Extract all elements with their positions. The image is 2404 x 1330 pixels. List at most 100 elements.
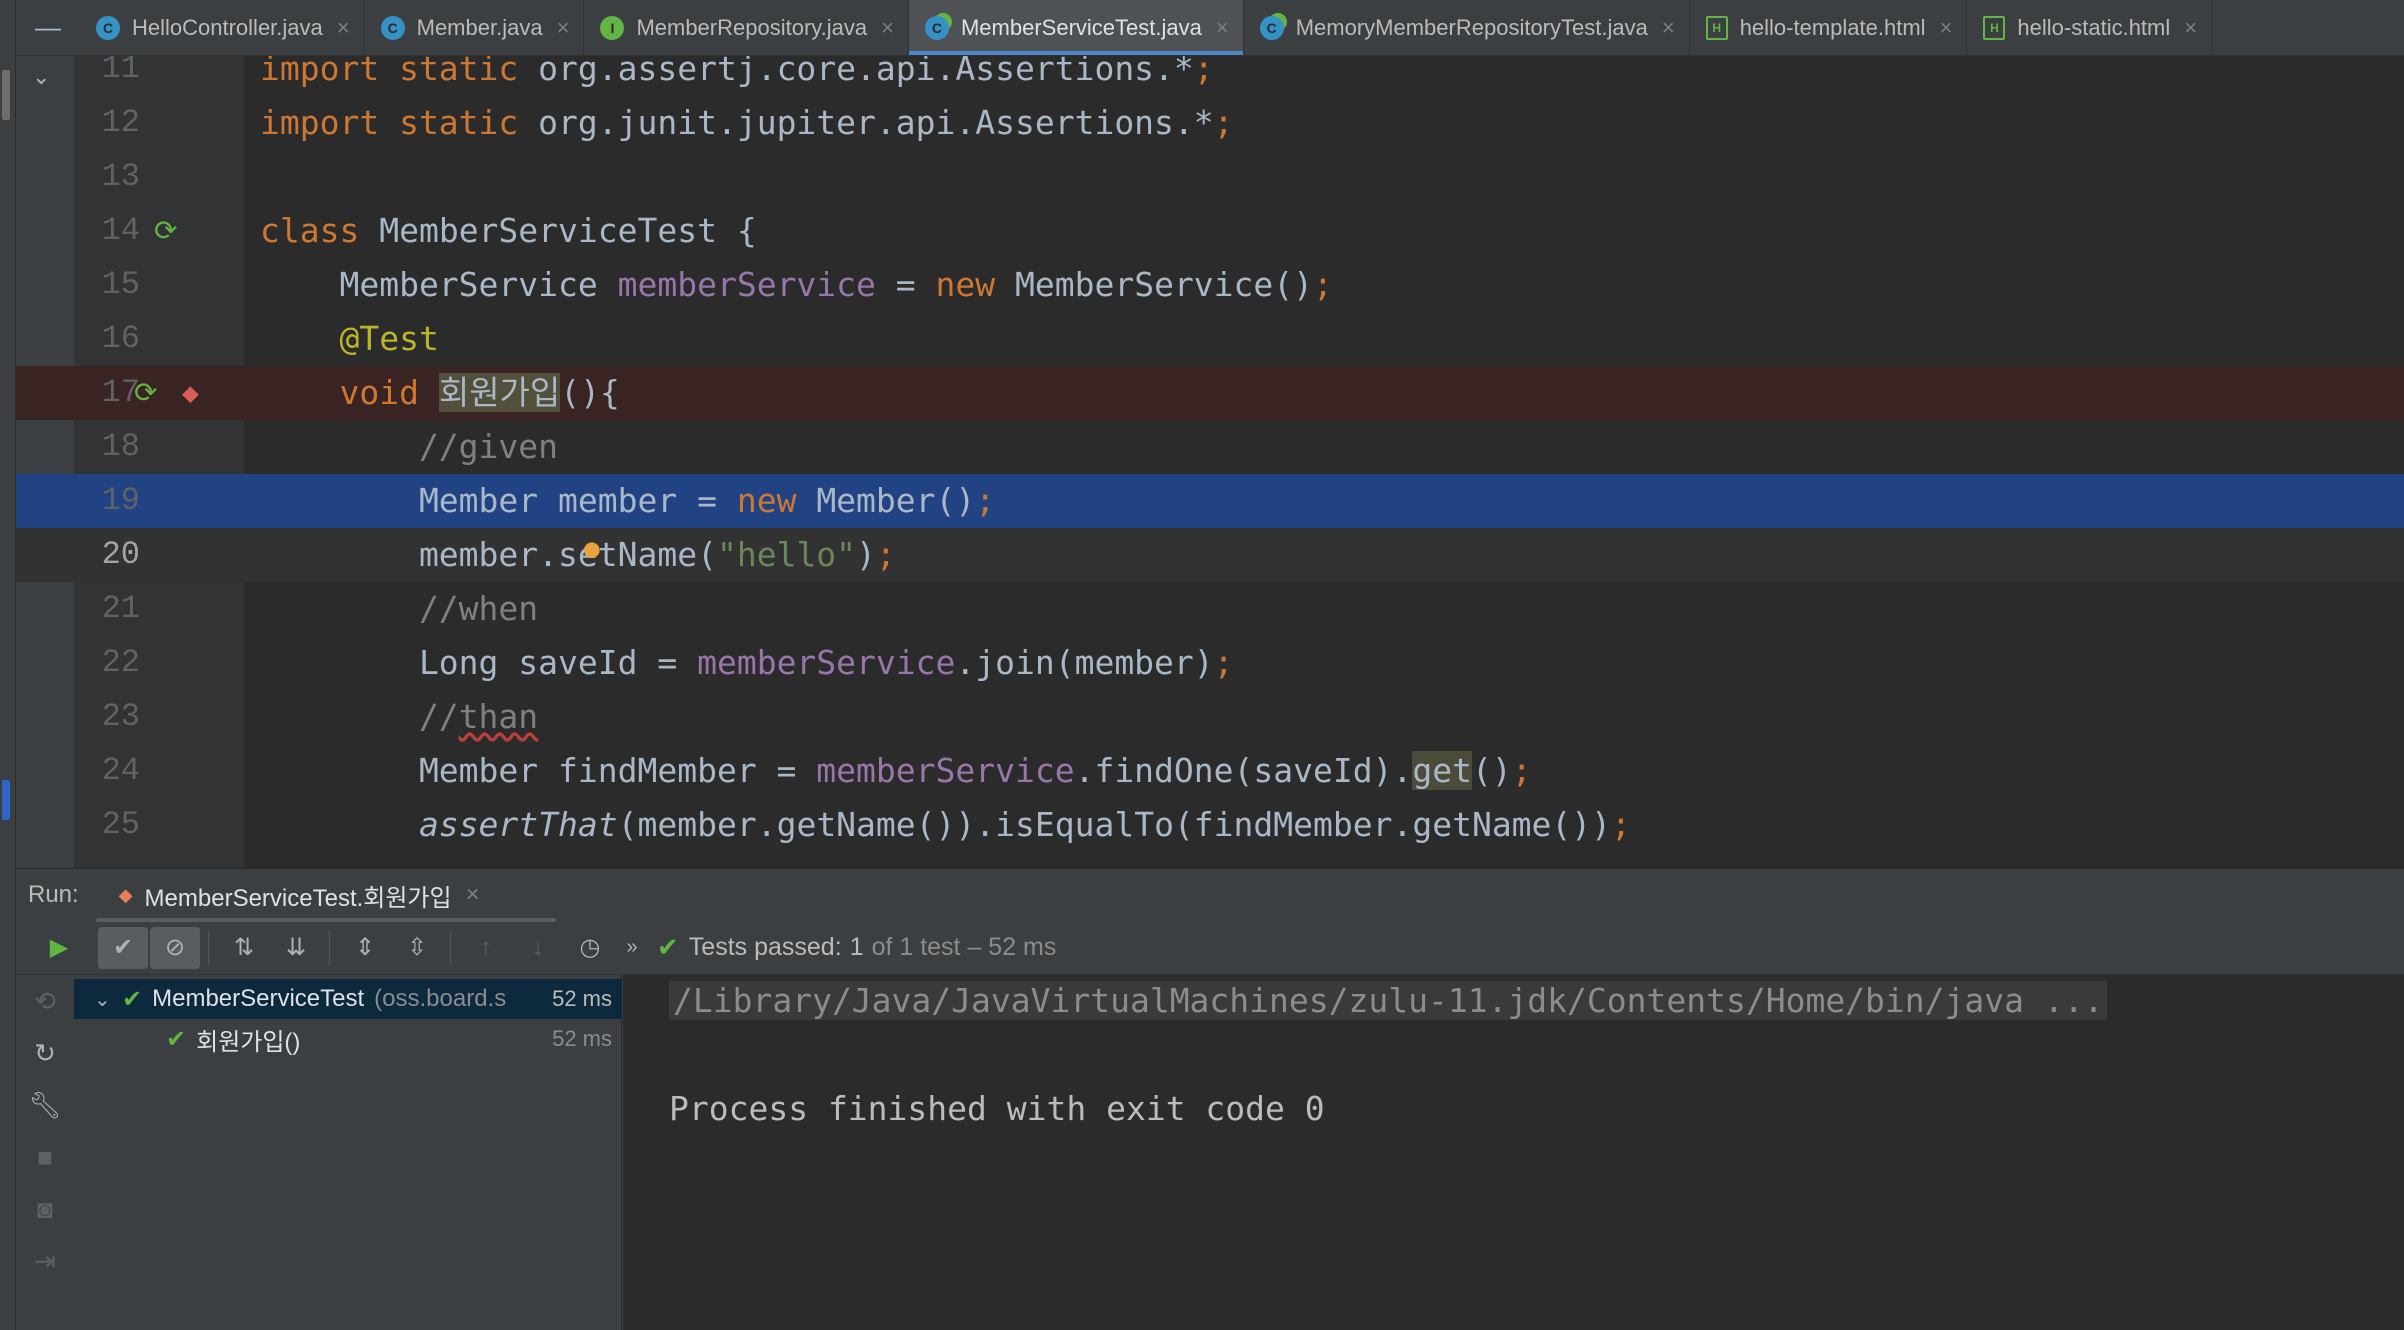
editor-tab-bar: — C HelloController.java × C Member.java… bbox=[16, 0, 2404, 56]
code-line: 14 ⟳ class MemberServiceTest { bbox=[16, 204, 2404, 258]
close-icon[interactable]: × bbox=[2184, 15, 2197, 41]
test-method-row[interactable]: ✔ 회원가입() 52 ms bbox=[74, 1019, 622, 1059]
show-ignored-toggle-icon[interactable]: ⊘ bbox=[150, 926, 200, 969]
show-passed-toggle-icon[interactable]: ✔ bbox=[98, 926, 148, 969]
run-side-toolbar: ⟲ ↻ 🔧︎ ■ ◙ ⇥ bbox=[16, 975, 74, 1330]
code-text: Member findMember = memberService.findOn… bbox=[260, 751, 1532, 790]
code-line: 15 MemberService memberService = new Mem… bbox=[16, 258, 2404, 312]
toggle-auto-test-icon[interactable]: ↻ bbox=[16, 1027, 74, 1079]
code-editor[interactable]: ⌄ 11 import static org.assertj.core.api.… bbox=[16, 56, 2404, 868]
line-number: 24 bbox=[101, 752, 140, 789]
status-passed-label: Tests passed: bbox=[688, 933, 842, 961]
code-text: //when bbox=[260, 589, 539, 628]
tab-memorymemberrepositorytest[interactable]: C MemoryMemberRepositoryTest.java × bbox=[1244, 0, 1690, 55]
check-icon: ✔ bbox=[166, 1025, 187, 1053]
run-test-class-icon[interactable]: ⟳ bbox=[154, 204, 177, 258]
run-config-icon: ◆ bbox=[118, 884, 133, 905]
test-class-row[interactable]: ⌄ ✔ MemberServiceTest (oss.board.s 52 ms bbox=[74, 979, 622, 1019]
interface-file-icon: I bbox=[600, 15, 625, 40]
tab-hello-template[interactable]: H hello-template.html × bbox=[1690, 0, 1968, 55]
code-line: 25 assertThat(member.getName()).isEqualT… bbox=[16, 798, 2404, 852]
sort-alphabetically-icon[interactable]: ⇅ bbox=[219, 927, 269, 969]
tab-hello-static[interactable]: H hello-static.html × bbox=[1967, 0, 2213, 55]
toolbar-divider bbox=[208, 930, 209, 965]
close-icon[interactable]: × bbox=[466, 881, 480, 909]
test-history-icon[interactable]: ◷ bbox=[565, 927, 615, 969]
code-text: Member member = new Member(); bbox=[260, 481, 996, 520]
breakpoint-icon[interactable]: ◆ bbox=[182, 366, 199, 420]
tab-hellocontroller[interactable]: C HelloController.java × bbox=[80, 0, 365, 55]
close-icon[interactable]: × bbox=[1216, 15, 1229, 41]
test-duration: 52 ms bbox=[552, 986, 612, 1011]
close-icon[interactable]: × bbox=[557, 15, 570, 41]
tab-label: Member.java bbox=[416, 14, 543, 40]
tab-memberrepository[interactable]: I MemberRepository.java × bbox=[584, 0, 909, 55]
strip-marker-active bbox=[2, 780, 10, 820]
tab-memberservicetest[interactable]: C MemberServiceTest.java × bbox=[908, 0, 1244, 55]
run-test-method-icon[interactable]: ⟳ bbox=[134, 366, 157, 420]
run-config-tab[interactable]: ◆ MemberServiceTest.회원가입 × bbox=[119, 878, 480, 913]
class-file-icon: C bbox=[380, 15, 405, 40]
close-icon[interactable]: × bbox=[1662, 15, 1675, 41]
tab-label: MemoryMemberRepositoryTest.java bbox=[1295, 14, 1648, 40]
code-text: member.setName("hello"); bbox=[260, 535, 896, 574]
code-text: //given bbox=[260, 427, 559, 466]
line-number: 16 bbox=[101, 320, 140, 357]
console-output[interactable]: /Library/Java/JavaVirtualMachines/zulu-1… bbox=[623, 975, 2404, 1330]
run-label: Run: bbox=[28, 881, 79, 908]
code-text: import static org.junit.jupiter.api.Asse… bbox=[260, 103, 1234, 142]
chevron-down-icon[interactable]: ⌄ bbox=[94, 987, 118, 1012]
tab-label: hello-template.html bbox=[1739, 14, 1926, 40]
left-tool-strip bbox=[0, 0, 16, 1330]
run-header: Run: ◆ MemberServiceTest.회원가입 × bbox=[16, 869, 2404, 921]
tab-member[interactable]: C Member.java × bbox=[365, 0, 585, 55]
run-tool-window: Run: ◆ MemberServiceTest.회원가입 × ▶ ✔ ⊘ ⇅ … bbox=[16, 868, 2404, 1330]
code-text: //than bbox=[260, 697, 539, 736]
camera-icon[interactable]: ◙ bbox=[16, 1183, 74, 1235]
line-number: 13 bbox=[101, 158, 140, 195]
test-class-file-icon: C bbox=[1259, 15, 1284, 40]
intention-bulb-icon[interactable]: ● bbox=[584, 522, 600, 576]
run-toolbar: ▶ ✔ ⊘ ⇅ ⇊ ⇕ ⇳ ↑ ↓ ◷ » ✔ Tests passed: 1 … bbox=[16, 921, 2404, 975]
next-failed-icon[interactable]: ↓ bbox=[513, 927, 563, 969]
code-text: Long saveId = memberService.join(member)… bbox=[260, 643, 1234, 682]
previous-failed-icon[interactable]: ↑ bbox=[461, 927, 511, 969]
collapse-all-icon[interactable]: ⇳ bbox=[392, 927, 442, 969]
expand-all-icon[interactable]: ⇕ bbox=[340, 927, 390, 969]
test-status: ✔ Tests passed: 1 of 1 test – 52 ms bbox=[657, 932, 1056, 963]
tab-label: MemberRepository.java bbox=[636, 14, 868, 40]
tabs-menu-button[interactable]: — bbox=[16, 0, 80, 55]
test-results-tree: ⌄ ✔ MemberServiceTest (oss.board.s 52 ms… bbox=[74, 975, 622, 1330]
line-number: 18 bbox=[101, 428, 140, 465]
code-line: 21 //when bbox=[16, 582, 2404, 636]
code-line-current: 20 member.setName("hello"); ● bbox=[16, 528, 2404, 582]
line-number: 17 bbox=[101, 374, 140, 411]
status-count: 1 bbox=[849, 933, 864, 961]
more-actions-icon[interactable]: » bbox=[617, 927, 647, 969]
stop-icon[interactable]: ■ bbox=[16, 1131, 74, 1183]
tab-label: hello-static.html bbox=[2017, 14, 2171, 40]
close-icon[interactable]: × bbox=[881, 15, 894, 41]
check-icon: ✔ bbox=[657, 932, 679, 962]
rerun-failed-icon[interactable]: ⟲ bbox=[16, 975, 74, 1027]
run-config-label: MemberServiceTest.회원가입 bbox=[144, 884, 452, 912]
line-number: 22 bbox=[101, 644, 140, 681]
test-class-name: MemberServiceTest bbox=[152, 985, 365, 1012]
command-line[interactable]: /Library/Java/JavaVirtualMachines/zulu-1… bbox=[669, 981, 2108, 1020]
code-line-breakpoint: 17 ⟳ ◆ void 회원가입(){ bbox=[16, 366, 2404, 420]
line-number: 12 bbox=[101, 104, 140, 141]
code-text: assertThat(member.getName()).isEqualTo(f… bbox=[418, 805, 1631, 844]
tab-label: MemberServiceTest.java bbox=[960, 14, 1202, 40]
check-icon: ✔ bbox=[122, 985, 143, 1013]
close-icon[interactable]: × bbox=[1940, 15, 1953, 41]
toolbar-divider bbox=[450, 930, 451, 965]
close-icon[interactable]: × bbox=[337, 15, 350, 41]
html-file-icon: H bbox=[1983, 15, 2006, 40]
code-line: 12 import static org.junit.jupiter.api.A… bbox=[16, 96, 2404, 150]
rerun-icon[interactable]: ▶ bbox=[34, 927, 84, 969]
status-detail: of 1 test – 52 ms bbox=[871, 933, 1057, 961]
exit-icon[interactable]: ⇥ bbox=[16, 1235, 74, 1287]
wrench-icon[interactable]: 🔧︎ bbox=[16, 1079, 74, 1131]
line-number: 21 bbox=[101, 590, 140, 627]
sort-by-duration-icon[interactable]: ⇊ bbox=[271, 927, 321, 969]
